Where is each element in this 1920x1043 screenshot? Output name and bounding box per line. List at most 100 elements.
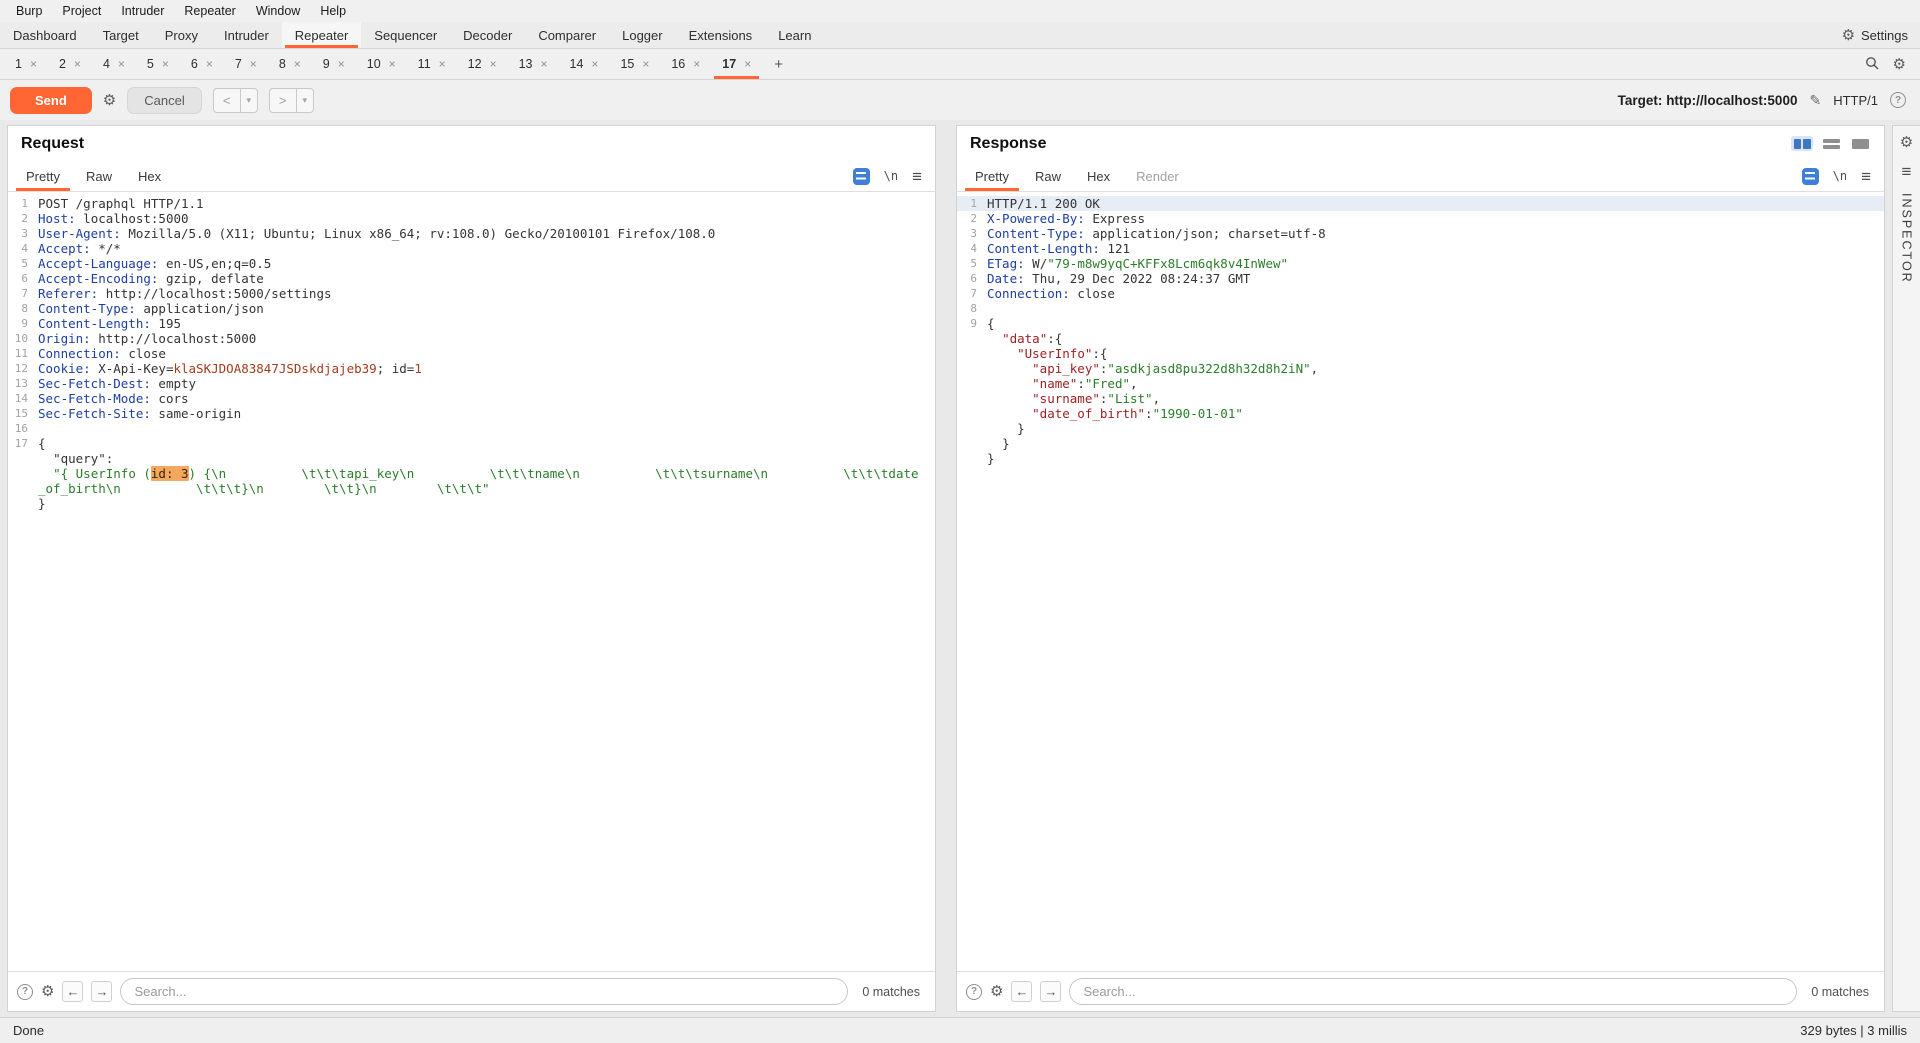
search-help-icon[interactable]: ? <box>966 983 982 1000</box>
code-text[interactable]: X-Powered-By: Express <box>987 211 1884 226</box>
edit-target-pencil-icon[interactable]: ✎ <box>1809 93 1821 107</box>
tab-learn[interactable]: Learn <box>765 22 824 48</box>
tab-decoder[interactable]: Decoder <box>450 22 525 48</box>
close-tab-icon[interactable]: × <box>250 57 257 71</box>
settings-button[interactable]: ⚙ Settings <box>1830 22 1920 48</box>
code-text[interactable]: } <box>987 451 1884 466</box>
http-version-label[interactable]: HTTP/1 <box>1833 93 1878 108</box>
code-text[interactable]: { <box>987 316 1884 331</box>
repeater-tab-6[interactable]: 6 × <box>180 49 224 79</box>
request-options-gear-icon[interactable]: ⚙ <box>103 93 116 108</box>
close-tab-icon[interactable]: × <box>294 57 301 71</box>
inspector-sidebar[interactable]: ⚙ ≡ INSPECTOR <box>1892 125 1920 1012</box>
close-tab-icon[interactable]: × <box>490 57 497 71</box>
menu-repeater[interactable]: Repeater <box>174 2 245 20</box>
close-tab-icon[interactable]: × <box>642 57 649 71</box>
tab-intruder[interactable]: Intruder <box>211 22 282 48</box>
code-text[interactable]: "name":"Fred", <box>987 376 1884 391</box>
code-text[interactable]: "data":{ <box>987 331 1884 346</box>
response-search-input[interactable] <box>1069 978 1798 1005</box>
forward-dropdown-icon[interactable]: ▾ <box>295 88 313 112</box>
repeater-tab-2[interactable]: 2 × <box>48 49 92 79</box>
code-text[interactable]: Origin: http://localhost:5000 <box>38 331 935 346</box>
repeater-tab-5[interactable]: 5 × <box>136 49 180 79</box>
request-editor[interactable]: 1 POST /graphql HTTP/1.1 2 Host: localhost:… <box>8 192 935 971</box>
search-icon[interactable] <box>1865 56 1879 73</box>
menu-project[interactable]: Project <box>52 2 111 20</box>
code-text[interactable]: Content-Length: 121 <box>987 241 1884 256</box>
close-tab-icon[interactable]: × <box>744 57 751 71</box>
inspector-gear-icon[interactable]: ⚙ <box>1900 135 1913 150</box>
prev-match-button[interactable]: ← <box>1011 981 1033 1002</box>
code-text[interactable] <box>987 301 1884 316</box>
back-button[interactable]: < <box>214 89 240 112</box>
editor-menu-icon[interactable]: ≡ <box>912 168 922 185</box>
code-text[interactable]: "api_key":"asdkjasd8pu322d8h32d8h2iN", <box>987 361 1884 376</box>
repeater-tab-9[interactable]: 9 × <box>312 49 356 79</box>
forward-button[interactable]: > <box>270 89 296 112</box>
add-tab-button[interactable]: + <box>762 49 795 79</box>
pretty-print-icon[interactable] <box>852 167 870 185</box>
show-newlines-icon[interactable]: \n <box>884 169 898 183</box>
view-tab-hex[interactable]: Hex <box>1074 161 1123 191</box>
code-text[interactable]: User-Agent: Mozilla/5.0 (X11; Ubuntu; Li… <box>38 226 935 241</box>
gear-icon[interactable]: ⚙ <box>1893 57 1906 72</box>
code-text[interactable]: Accept-Language: en-US,en;q=0.5 <box>38 256 935 271</box>
view-tab-raw[interactable]: Raw <box>73 161 125 191</box>
code-text[interactable]: Cookie: X-Api-Key=klaSKJDOA83847JSDskdja… <box>38 361 935 376</box>
menu-window[interactable]: Window <box>246 2 310 20</box>
repeater-tab-8[interactable]: 8 × <box>268 49 312 79</box>
inspector-menu-icon[interactable]: ≡ <box>1902 163 1912 180</box>
layout-single-icon[interactable] <box>1849 136 1871 151</box>
search-settings-gear-icon[interactable]: ⚙ <box>41 984 54 999</box>
prev-match-button[interactable]: ← <box>62 981 84 1002</box>
repeater-tab-14[interactable]: 14 × <box>559 49 610 79</box>
help-icon[interactable]: ? <box>1890 92 1906 108</box>
request-search-input[interactable] <box>120 978 849 1005</box>
view-tab-pretty[interactable]: Pretty <box>962 161 1022 191</box>
code-text[interactable]: Sec-Fetch-Site: same-origin <box>38 406 935 421</box>
next-match-button[interactable]: → <box>1040 981 1062 1002</box>
code-text[interactable]: "query": <box>38 451 935 466</box>
cancel-button[interactable]: Cancel <box>127 86 202 114</box>
code-text[interactable]: Content-Type: application/json; charset=… <box>987 226 1884 241</box>
tab-repeater[interactable]: Repeater <box>281 22 362 48</box>
back-dropdown-icon[interactable]: ▾ <box>239 88 257 112</box>
show-newlines-icon[interactable]: \n <box>1833 169 1847 183</box>
close-tab-icon[interactable]: × <box>389 57 396 71</box>
code-text[interactable]: Connection: close <box>38 346 935 361</box>
tab-extensions[interactable]: Extensions <box>676 22 766 48</box>
close-tab-icon[interactable]: × <box>541 57 548 71</box>
repeater-tab-16[interactable]: 16 × <box>660 49 711 79</box>
close-tab-icon[interactable]: × <box>206 57 213 71</box>
code-text[interactable]: "surname":"List", <box>987 391 1884 406</box>
code-text[interactable]: "UserInfo":{ <box>987 346 1884 361</box>
menu-intruder[interactable]: Intruder <box>111 2 174 20</box>
code-text[interactable]: Sec-Fetch-Mode: cors <box>38 391 935 406</box>
repeater-tab-4[interactable]: 4 × <box>92 49 136 79</box>
code-text[interactable]: Date: Thu, 29 Dec 2022 08:24:37 GMT <box>987 271 1884 286</box>
code-text[interactable]: POST /graphql HTTP/1.1 <box>38 196 935 211</box>
tab-dashboard[interactable]: Dashboard <box>0 22 90 48</box>
close-tab-icon[interactable]: × <box>30 57 37 71</box>
view-tab-raw[interactable]: Raw <box>1022 161 1074 191</box>
repeater-tab-10[interactable]: 10 × <box>356 49 407 79</box>
code-text[interactable]: Content-Type: application/json <box>38 301 935 316</box>
tab-comparer[interactable]: Comparer <box>525 22 609 48</box>
repeater-tab-7[interactable]: 7 × <box>224 49 268 79</box>
view-tab-hex[interactable]: Hex <box>125 161 174 191</box>
panel-splitter[interactable] <box>936 125 956 1012</box>
response-editor[interactable]: 1 HTTP/1.1 200 OK 2 X-Powered-By: Express 3 C… <box>957 192 1884 971</box>
code-text[interactable]: Sec-Fetch-Dest: empty <box>38 376 935 391</box>
code-text[interactable]: Accept-Encoding: gzip, deflate <box>38 271 935 286</box>
search-help-icon[interactable]: ? <box>17 983 33 1000</box>
menu-help[interactable]: Help <box>310 2 356 20</box>
code-text[interactable]: } <box>987 436 1884 451</box>
close-tab-icon[interactable]: × <box>118 57 125 71</box>
code-text[interactable]: Referer: http://localhost:5000/settings <box>38 286 935 301</box>
tab-logger[interactable]: Logger <box>609 22 675 48</box>
code-text[interactable]: Connection: close <box>987 286 1884 301</box>
next-match-button[interactable]: → <box>91 981 113 1002</box>
layout-rows-icon[interactable] <box>1820 136 1842 151</box>
view-tab-pretty[interactable]: Pretty <box>13 161 73 191</box>
